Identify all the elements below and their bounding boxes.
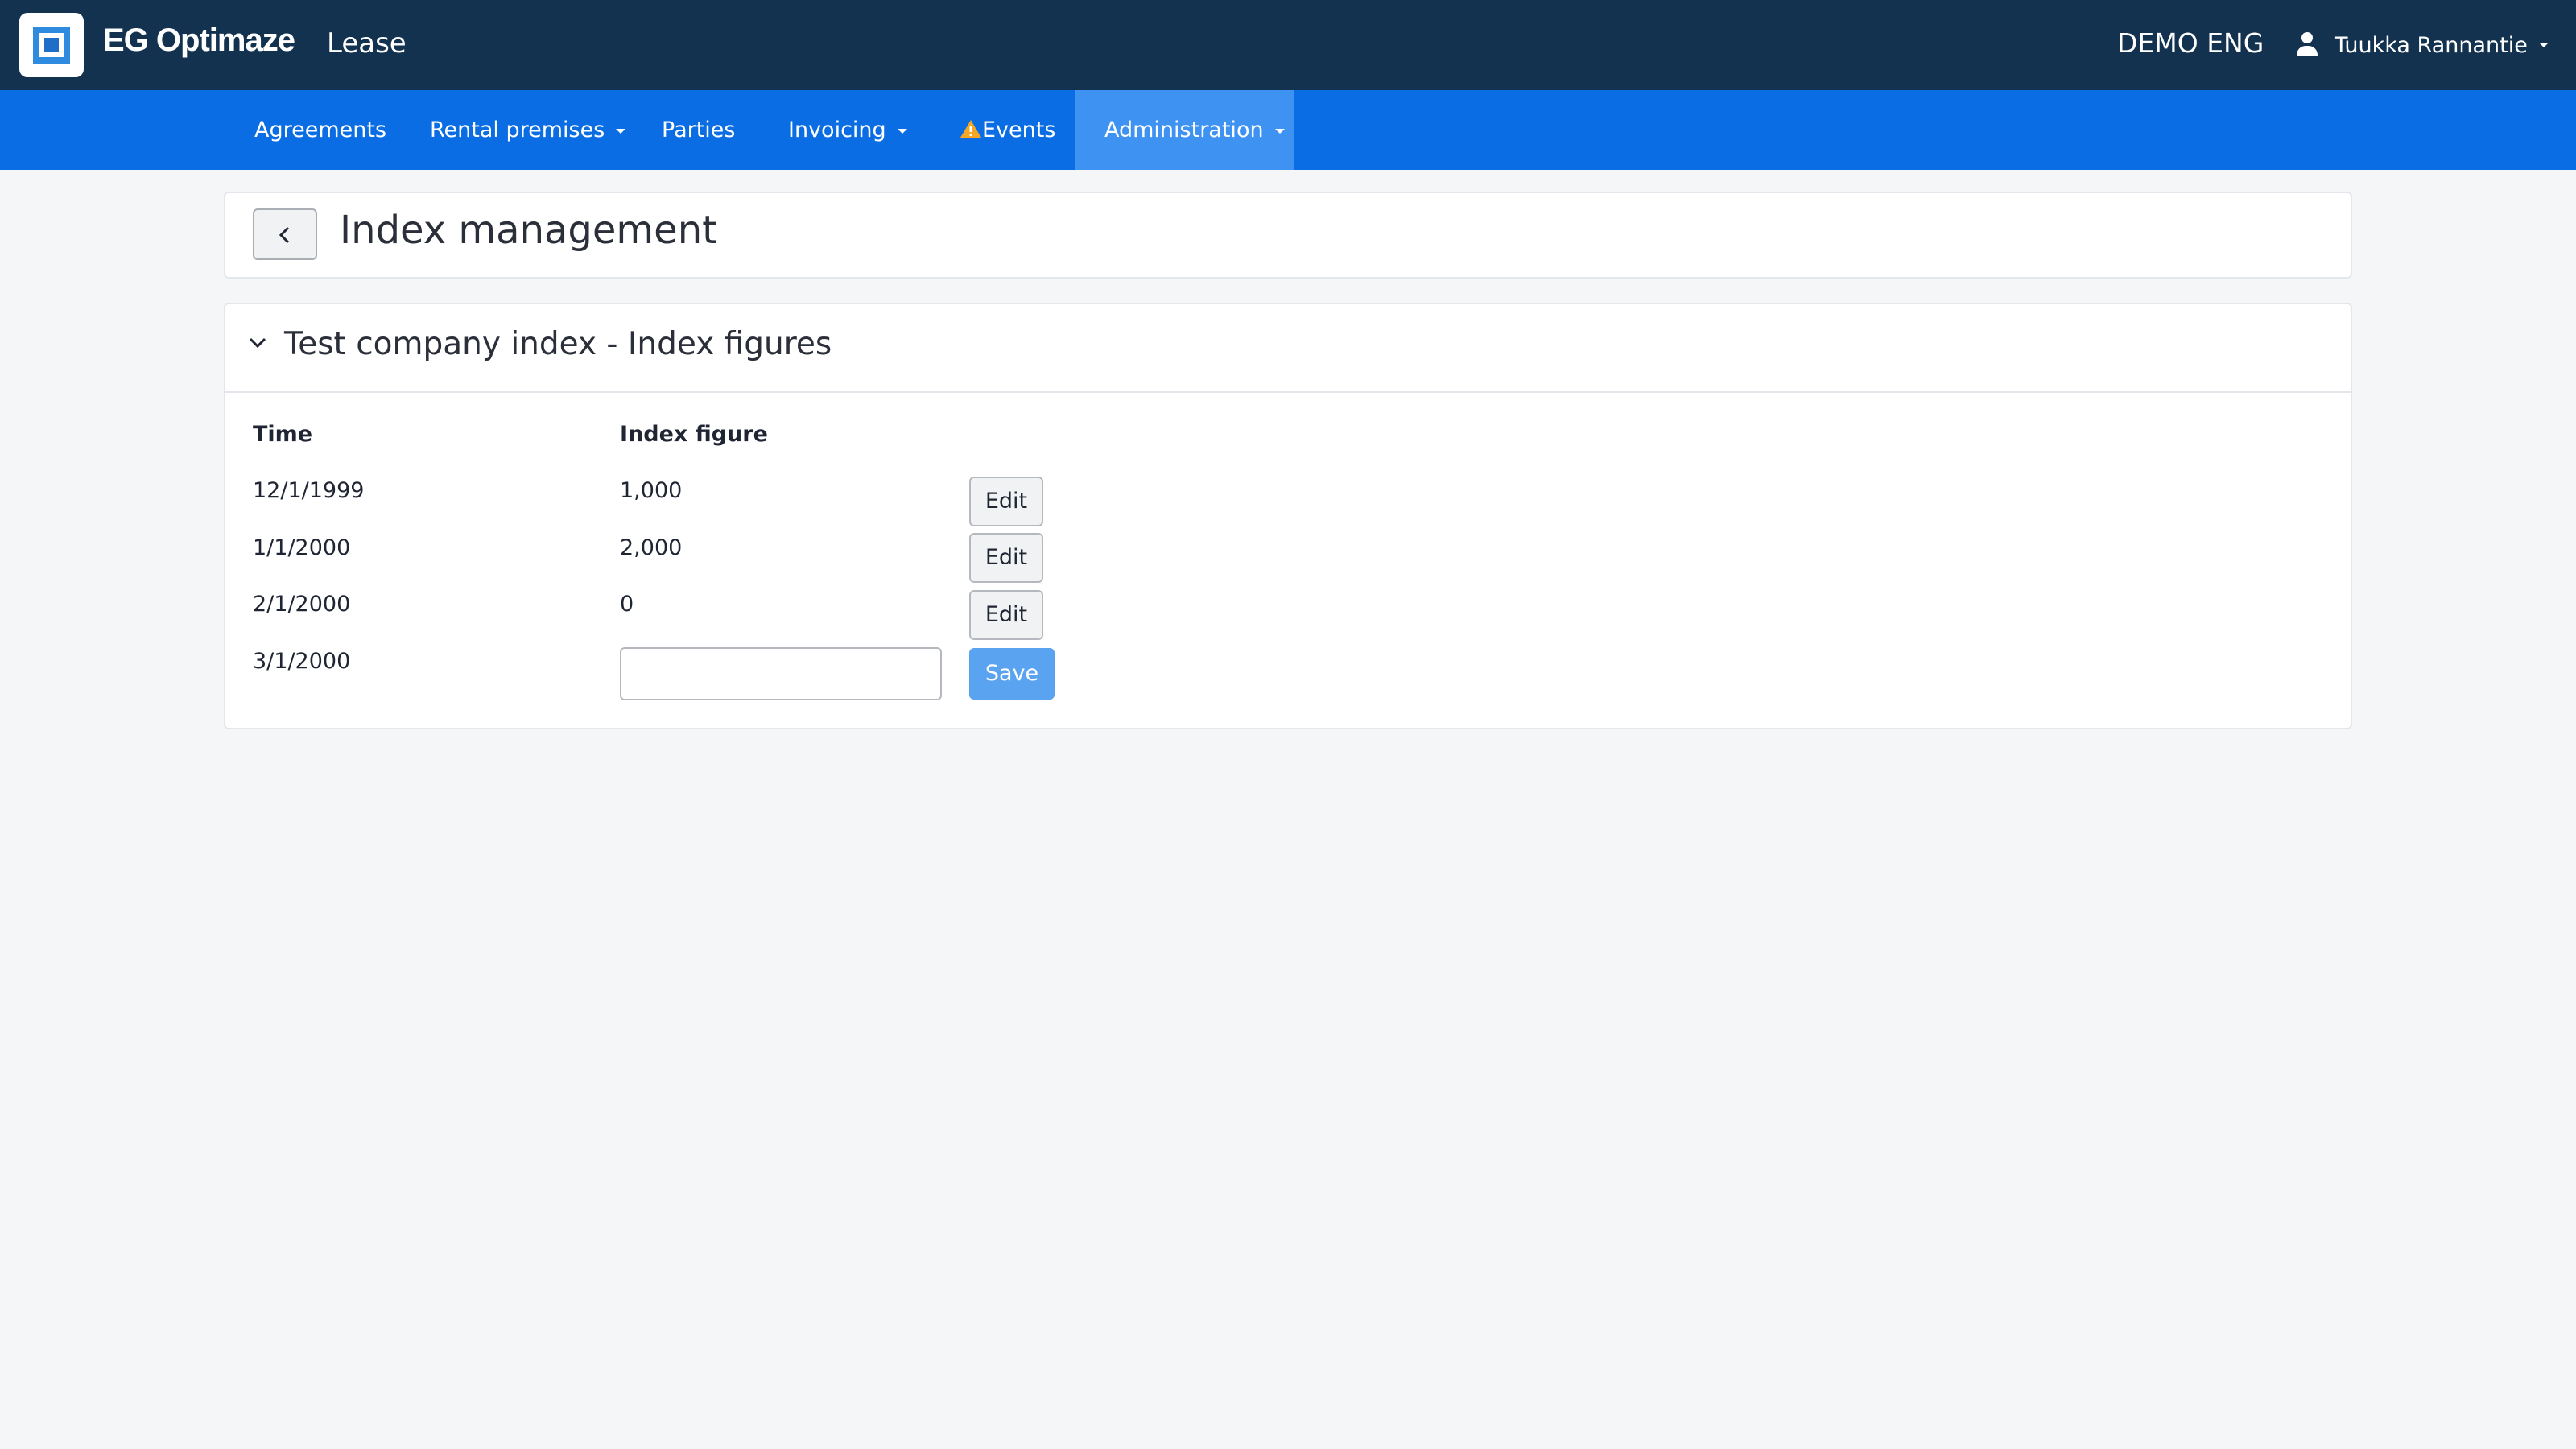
nav-label: Invoicing xyxy=(788,118,886,142)
user-icon xyxy=(2296,32,2318,58)
section-header[interactable]: Test company index - Index figures xyxy=(224,303,2352,393)
app-logo[interactable] xyxy=(19,13,84,77)
page-title: Index management xyxy=(340,208,717,253)
edit-button[interactable]: Edit xyxy=(969,533,1043,583)
section-title: Test company index - Index figures xyxy=(284,326,832,362)
edit-button[interactable]: Edit xyxy=(969,590,1043,640)
module-name: Lease xyxy=(327,27,407,60)
nav-item-events[interactable]: Events xyxy=(960,90,1055,170)
row-time: 12/1/1999 xyxy=(253,478,365,503)
nav-item-administration[interactable]: Administration xyxy=(1075,90,1294,170)
nav-label: Administration xyxy=(1104,118,1264,142)
index-figure-input[interactable] xyxy=(620,647,942,700)
row-time: 1/1/2000 xyxy=(253,535,351,560)
nav-label: Rental premises xyxy=(430,118,605,142)
nav-label: Events xyxy=(982,118,1056,142)
user-menu[interactable]: Tuukka Rannantie xyxy=(2296,29,2549,61)
brand-name: EG Optimaze xyxy=(103,23,295,58)
top-bar: EG Optimaze Lease DEMO ENG Tuukka Rannan… xyxy=(0,0,2576,90)
environment-label: DEMO ENG xyxy=(2117,27,2264,59)
nav-item-invoicing[interactable]: Invoicing xyxy=(788,90,907,170)
chevron-down-icon xyxy=(897,128,907,134)
nav-label: Parties xyxy=(662,118,736,142)
chevron-down-icon xyxy=(2538,43,2549,47)
chevron-down-icon xyxy=(616,128,626,134)
chevron-down-icon xyxy=(1274,128,1285,134)
new-row-time: 3/1/2000 xyxy=(253,649,351,674)
column-header-index-figure: Index figure xyxy=(620,422,768,447)
nav-item-rental-premises[interactable]: Rental premises xyxy=(430,90,626,170)
row-index-figure: 2,000 xyxy=(620,535,683,560)
edit-button[interactable]: Edit xyxy=(969,477,1043,526)
main-nav: Agreements Rental premises Parties Invoi… xyxy=(0,90,2576,170)
save-button[interactable]: Save xyxy=(969,648,1055,700)
chevron-left-icon xyxy=(279,226,290,244)
column-header-time: Time xyxy=(253,422,313,447)
user-name: Tuukka Rannantie xyxy=(2334,32,2528,58)
row-index-figure: 1,000 xyxy=(620,478,683,503)
nav-item-parties[interactable]: Parties xyxy=(662,90,735,170)
warning-icon xyxy=(960,120,981,138)
chevron-down-icon xyxy=(249,337,266,349)
nav-item-agreements[interactable]: Agreements xyxy=(254,90,386,170)
back-button[interactable] xyxy=(253,208,317,260)
row-index-figure: 0 xyxy=(620,592,634,617)
nav-label: Agreements xyxy=(254,118,387,142)
row-time: 2/1/2000 xyxy=(253,592,351,617)
